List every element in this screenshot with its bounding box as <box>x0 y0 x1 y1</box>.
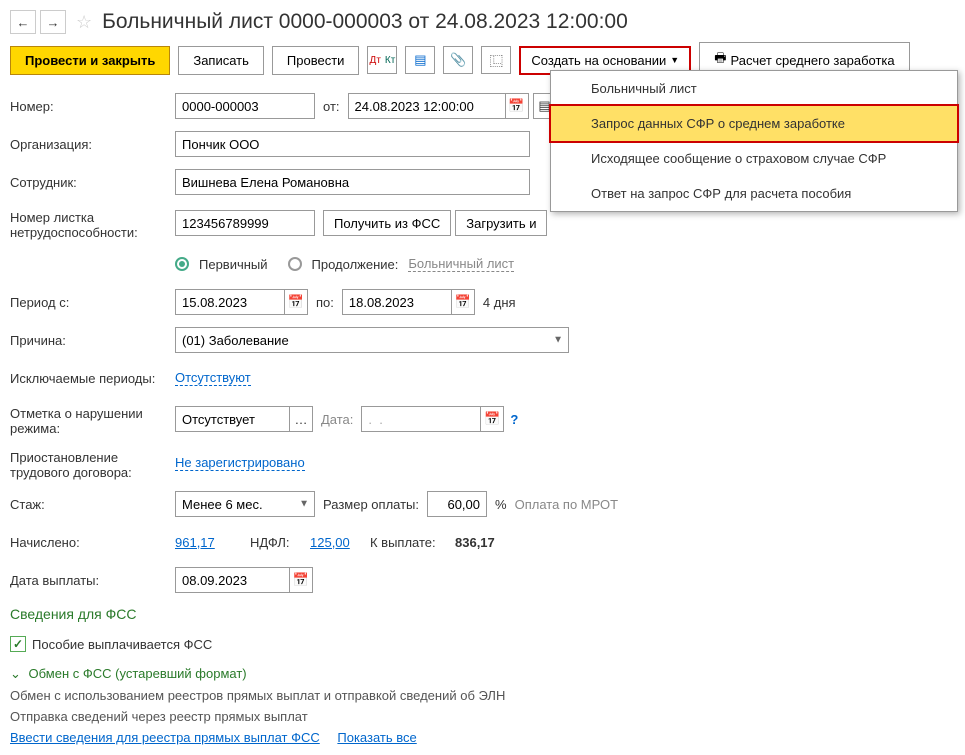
ndfl-label: НДФЛ: <box>250 535 310 550</box>
to-label: по: <box>316 295 334 310</box>
pay-rate-label: Размер оплаты: <box>323 497 419 512</box>
save-button[interactable]: Записать <box>178 46 264 75</box>
period-from-label: Период с: <box>10 295 175 310</box>
ndfl-link[interactable]: 125,00 <box>310 535 370 550</box>
attach-icon-button[interactable]: 📎 <box>443 46 473 74</box>
suspension-link[interactable]: Не зарегистрировано <box>175 455 305 471</box>
print-icon: 🖶 <box>714 49 726 71</box>
calendar-icon[interactable]: 📅 <box>505 93 529 119</box>
link-show-all[interactable]: Показать все <box>337 730 416 745</box>
pay-rate-input[interactable] <box>427 491 487 517</box>
dropdown-item-sfr-reply[interactable]: Ответ на запрос СФР для расчета пособия <box>551 176 957 211</box>
period-to-input[interactable] <box>342 289 452 315</box>
from-label: от: <box>323 99 340 114</box>
tenure-label: Стаж: <box>10 497 175 512</box>
employee-label: Сотрудник: <box>10 175 175 190</box>
days-label: 4 дня <box>483 295 516 310</box>
number-input[interactable] <box>175 93 315 119</box>
sheet-num-input[interactable] <box>175 210 315 236</box>
employee-input[interactable] <box>175 169 530 195</box>
violation-input[interactable] <box>175 406 290 432</box>
from-date-input[interactable] <box>348 93 506 119</box>
back-button[interactable]: ← <box>10 10 36 34</box>
org-label: Организация: <box>10 137 175 152</box>
dropdown-item-sick-leave[interactable]: Больничный лист <box>551 71 957 106</box>
forward-button[interactable]: → <box>40 10 66 34</box>
reason-label: Причина: <box>10 333 175 348</box>
exchange-desc: Обмен с использованием реестров прямых в… <box>10 688 955 703</box>
fss-checkbox[interactable]: ✓ <box>10 636 26 652</box>
excluded-link[interactable]: Отсутствуют <box>175 370 251 386</box>
excluded-label: Исключаемые периоды: <box>10 371 175 386</box>
star-icon[interactable]: ☆ <box>76 12 92 33</box>
primary-label: Первичный <box>199 257 268 272</box>
suspension-label: Приостановление трудового договора: <box>10 446 175 480</box>
primary-radio[interactable] <box>175 257 189 271</box>
accrued-label: Начислено: <box>10 535 175 550</box>
fss-checkbox-label: Пособие выплачивается ФСС <box>32 637 212 652</box>
exchange-title[interactable]: Обмен с ФСС (устаревший формат) <box>29 666 247 681</box>
submit-button[interactable]: Провести <box>272 46 360 75</box>
collapse-arrow-icon[interactable]: ⌄ <box>10 666 21 682</box>
calendar-icon[interactable]: 📅 <box>289 567 313 593</box>
calendar-icon[interactable]: 📅 <box>451 289 475 315</box>
payout-value: 836,17 <box>455 535 495 550</box>
load-file-button[interactable]: Загрузить и <box>455 210 547 236</box>
structure-icon-button[interactable]: ⿺ <box>481 46 511 74</box>
sheet-num-label: Номер листка нетрудоспособности: <box>10 206 175 240</box>
reason-select[interactable] <box>175 327 569 353</box>
get-fss-button[interactable]: Получить из ФСС <box>323 210 451 236</box>
dr-cr-icon-button[interactable]: ДтКт <box>367 46 397 74</box>
tenure-select[interactable] <box>175 491 315 517</box>
doc-icon-button[interactable]: ▤ <box>405 46 435 74</box>
accrued-link[interactable]: 961,17 <box>175 535 250 550</box>
violation-label: Отметка о нарушении режима: <box>10 402 175 436</box>
page-title: Больничный лист 0000-000003 от 24.08.202… <box>102 10 628 34</box>
pay-date-label: Дата выплаты: <box>10 573 175 588</box>
submit-close-button[interactable]: Провести и закрыть <box>10 46 170 75</box>
cont-link[interactable]: Больничный лист <box>408 256 514 272</box>
link-reestr[interactable]: Ввести сведения для реестра прямых выпла… <box>10 730 320 745</box>
fss-section-title: Сведения для ФСС <box>10 606 955 622</box>
continuation-label: Продолжение: <box>312 257 399 272</box>
number-label: Номер: <box>10 99 175 114</box>
calendar-icon[interactable]: 📅 <box>480 406 504 432</box>
dropdown-menu: Больничный лист Запрос данных СФР о сред… <box>550 70 958 212</box>
payout-label: К выплате: <box>370 535 455 550</box>
continuation-radio[interactable] <box>288 257 302 271</box>
help-icon[interactable]: ? <box>510 412 518 427</box>
chevron-down-icon: ▼ <box>670 55 679 65</box>
dropdown-item-sfr-request[interactable]: Запрос данных СФР о среднем заработке <box>551 106 957 141</box>
dropdown-item-outgoing-sfr[interactable]: Исходящее сообщение о страховом случае С… <box>551 141 957 176</box>
ellipsis-icon[interactable]: … <box>289 406 313 432</box>
mrot-label: Оплата по МРОТ <box>515 497 618 512</box>
period-from-input[interactable] <box>175 289 285 315</box>
violation-date-input[interactable] <box>361 406 481 432</box>
sending-text: Отправка сведений через реестр прямых вы… <box>10 709 955 724</box>
calendar-icon[interactable]: 📅 <box>284 289 308 315</box>
date-label: Дата: <box>321 412 353 427</box>
pay-date-input[interactable] <box>175 567 290 593</box>
org-input[interactable] <box>175 131 530 157</box>
percent-label: % <box>495 497 507 512</box>
